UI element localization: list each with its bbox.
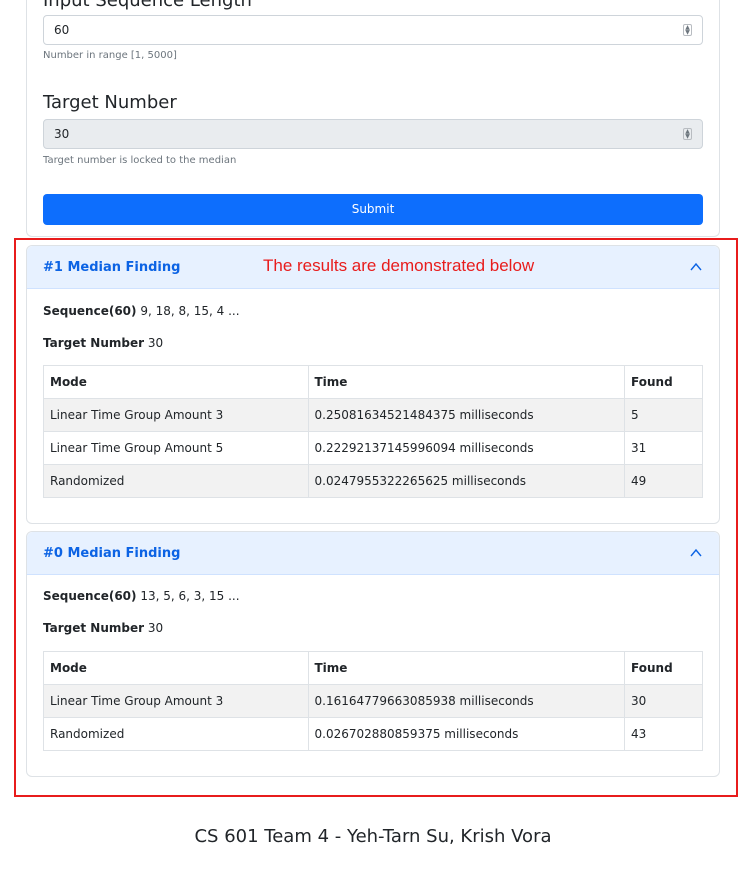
spinner-icon[interactable]: ▲ ▼ [683,24,692,36]
time-cell: 0.0247955322265625 milliseconds [307,464,626,498]
table-row: Linear Time Group Amount 5 0.22292137145… [43,431,703,465]
accordion-title[interactable]: #0 Median Finding [43,546,180,561]
column-header-time: Time [307,651,626,685]
spinner-icon: ▲ ▼ [683,128,692,140]
table-row: Randomized 0.026702880859375 millisecond… [43,717,703,751]
target-line: Target Number 30 [43,336,163,350]
results-table: Mode Time Found Linear Time Group Amount… [43,365,703,498]
submit-button[interactable]: Submit [43,194,703,225]
sequence-length-label: Input Sequence Length [43,0,252,11]
chevron-up-icon[interactable] [689,260,703,274]
table-row: Linear Time Group Amount 3 0.16164779663… [43,684,703,718]
table-row: Linear Time Group Amount 3 0.25081634521… [43,398,703,432]
table-row: Randomized 0.0247955322265625 millisecon… [43,464,703,498]
target-number-help: Target number is locked to the median [43,155,237,166]
time-cell: 0.026702880859375 milliseconds [307,717,626,751]
found-cell: 43 [624,717,703,751]
time-cell: 0.22292137145996094 milliseconds [307,431,626,465]
sequence-line: Sequence(60) 13, 5, 6, 3, 15 ... [43,589,240,603]
mode-cell: Randomized [43,464,309,498]
sequence-label: Sequence(60) [43,304,137,318]
time-cell: 0.25081634521484375 milliseconds [307,398,626,432]
sequence-length-input[interactable]: 60 ▲ ▼ [43,15,703,45]
column-header-found: Found [624,651,703,685]
accordion-header[interactable]: #0 Median Finding [27,532,719,575]
result-accordion-1: #1 Median Finding Sequence(60) 9, 18, 8,… [26,245,720,524]
mode-cell: Randomized [43,717,309,751]
table-header-row: Mode Time Found [43,651,703,685]
target-number-label: Target Number [43,92,177,113]
target-value: 30 [147,621,164,635]
result-accordion-0: #0 Median Finding Sequence(60) 13, 5, 6,… [26,531,720,777]
sequence-line: Sequence(60) 9, 18, 8, 15, 4 ... [43,304,240,318]
mode-cell: Linear Time Group Amount 3 [43,398,309,432]
footer-credits: CS 601 Team 4 - Yeh-Tarn Su, Krish Vora [194,826,552,847]
column-header-time: Time [307,365,626,399]
target-label: Target Number [43,621,145,635]
target-label: Target Number [43,336,145,350]
target-value: 30 [147,336,164,350]
found-cell: 30 [624,684,703,718]
column-header-mode: Mode [43,651,309,685]
found-cell: 5 [624,398,703,432]
sequence-label: Sequence(60) [43,589,137,603]
sequence-value: 13, 5, 6, 3, 15 ... [140,589,240,603]
sequence-value: 9, 18, 8, 15, 4 ... [140,304,240,318]
column-header-mode: Mode [43,365,309,399]
target-number-value: 30 [54,127,70,141]
accordion-title[interactable]: #1 Median Finding [43,260,180,275]
table-header-row: Mode Time Found [43,365,703,399]
found-cell: 31 [624,431,703,465]
sequence-length-value: 60 [54,23,70,37]
annotation-text: The results are demonstrated below [263,256,535,275]
target-number-input: 30 ▲ ▼ [43,119,703,149]
results-table: Mode Time Found Linear Time Group Amount… [43,651,703,751]
time-cell: 0.16164779663085938 milliseconds [307,684,626,718]
sequence-length-help: Number in range [1, 5000] [43,50,177,61]
mode-cell: Linear Time Group Amount 3 [43,684,309,718]
mode-cell: Linear Time Group Amount 5 [43,431,309,465]
column-header-found: Found [624,365,703,399]
target-line: Target Number 30 [43,621,163,635]
found-cell: 49 [624,464,703,498]
chevron-up-icon[interactable] [689,546,703,560]
